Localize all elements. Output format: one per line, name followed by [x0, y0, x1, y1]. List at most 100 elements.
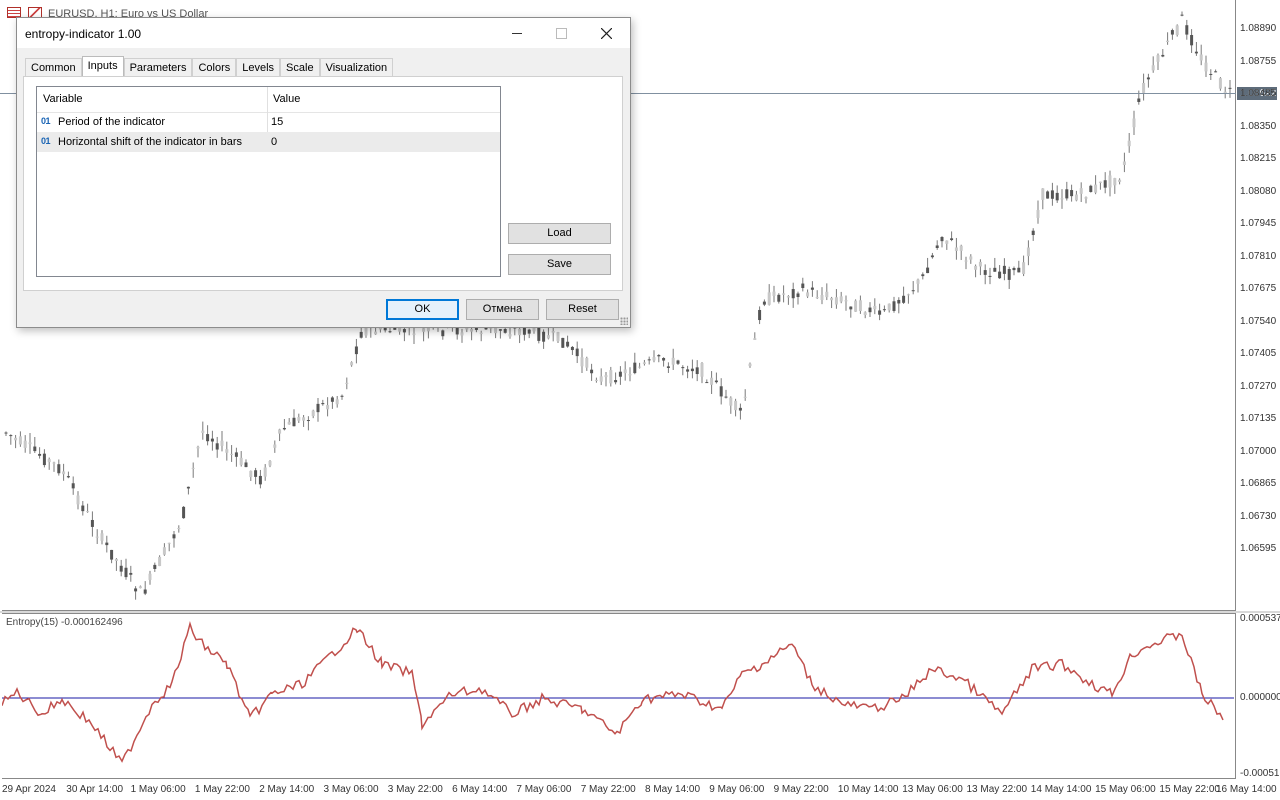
- dialog-titlebar[interactable]: entropy-indicator 1.00: [17, 18, 630, 48]
- time-axis-label: 3 May 22:00: [387, 784, 443, 795]
- candle-body: [782, 293, 786, 295]
- indicator-properties-dialog: entropy-indicator 1.00 Common Inputs Par…: [16, 17, 631, 328]
- candle-body: [652, 357, 656, 361]
- candle-body: [969, 256, 973, 260]
- tab-common[interactable]: Common: [25, 58, 82, 77]
- candle-body: [191, 467, 195, 469]
- price-axis-label: 1.07405: [1240, 348, 1277, 359]
- candle-body: [954, 247, 958, 251]
- price-axis-label: 1.07675: [1240, 283, 1277, 294]
- reset-button[interactable]: Reset: [546, 299, 619, 320]
- candle-body: [921, 274, 925, 277]
- candle-body: [1137, 98, 1141, 102]
- candle-body: [1089, 185, 1093, 192]
- candle-body: [887, 303, 891, 311]
- candle-body: [90, 519, 94, 527]
- candle-body: [1094, 184, 1098, 193]
- column-header-value[interactable]: Value: [273, 93, 300, 105]
- table-row[interactable]: 01 Period of the indicator 15: [37, 112, 500, 132]
- table-row[interactable]: 01 Horizontal shift of the indicator in …: [37, 132, 500, 152]
- candle-body: [892, 301, 896, 311]
- candle-body: [580, 357, 584, 367]
- candle-body: [964, 260, 968, 262]
- row-value-cell[interactable]: 0: [271, 136, 277, 148]
- load-button[interactable]: Load: [508, 223, 611, 244]
- close-button[interactable]: [584, 18, 629, 48]
- indicator-subwindow[interactable]: [2, 613, 1236, 779]
- candle-body: [215, 443, 219, 450]
- candle-body: [138, 586, 142, 589]
- tab-colors[interactable]: Colors: [192, 58, 237, 77]
- candle-body: [945, 240, 949, 244]
- candle-body: [882, 309, 886, 311]
- candle-body: [95, 536, 99, 538]
- candle-body: [201, 430, 205, 433]
- candle-body: [244, 462, 248, 468]
- candle-body: [234, 452, 238, 457]
- candle-body: [983, 270, 987, 275]
- candle-body: [772, 291, 776, 296]
- candle-body: [306, 420, 310, 422]
- price-axis-label: 1.08080: [1240, 185, 1277, 197]
- candle-body: [100, 533, 104, 541]
- candle-body: [1175, 25, 1179, 36]
- candle-body: [167, 542, 171, 544]
- candle-body: [1156, 55, 1160, 62]
- tab-visualization[interactable]: Visualization: [319, 58, 394, 77]
- tab-parameters[interactable]: Parameters: [123, 58, 193, 77]
- candle-body: [561, 337, 565, 348]
- cancel-button[interactable]: Отмена: [466, 299, 539, 320]
- candle-body: [33, 446, 37, 452]
- candle-body: [878, 310, 882, 315]
- tab-scale[interactable]: Scale: [280, 58, 320, 77]
- candle-body: [902, 295, 906, 303]
- candle-body: [978, 261, 982, 267]
- candle-body: [700, 363, 704, 377]
- time-axis-label: 14 May 14:00: [1030, 784, 1092, 795]
- candle-body: [1046, 191, 1050, 199]
- minimize-button[interactable]: [494, 18, 539, 48]
- candle-body: [959, 245, 963, 251]
- candle-body: [153, 564, 157, 569]
- candle-body: [738, 407, 742, 411]
- candle-body: [1079, 188, 1083, 194]
- column-header-variable[interactable]: Variable: [43, 93, 83, 105]
- save-button[interactable]: Save: [508, 254, 611, 275]
- candle-body: [844, 300, 848, 302]
- candle-body: [14, 437, 18, 441]
- tab-inputs[interactable]: Inputs: [81, 56, 124, 77]
- candle-body: [1161, 54, 1165, 57]
- ok-button[interactable]: OK: [386, 299, 459, 320]
- candle-body: [767, 292, 771, 305]
- indicator-axis-label: -0.000512: [1240, 768, 1280, 779]
- candle-body: [326, 405, 330, 410]
- candle-body: [1070, 190, 1074, 197]
- candle-body: [695, 367, 699, 375]
- candle-body: [23, 440, 27, 448]
- candle-body: [239, 457, 243, 465]
- price-axis-label: 1.08215: [1240, 153, 1277, 164]
- candle-body: [666, 366, 670, 368]
- resize-grip-icon[interactable]: [620, 317, 628, 325]
- candle-body: [834, 297, 838, 305]
- candle-body: [681, 367, 685, 369]
- tab-levels[interactable]: Levels: [236, 58, 281, 77]
- candle-body: [830, 297, 834, 301]
- row-value-cell[interactable]: 15: [271, 116, 283, 128]
- candle-body: [599, 376, 603, 382]
- candle-body: [786, 296, 790, 298]
- candle-body: [1218, 78, 1222, 89]
- candle-body: [796, 293, 800, 298]
- price-axis-label: 1.06730: [1240, 510, 1277, 522]
- time-axis-label: 30 Apr 14:00: [66, 784, 124, 795]
- candle-body: [1142, 82, 1146, 93]
- candle-body: [1036, 209, 1040, 218]
- candle-body: [618, 371, 622, 377]
- integer-type-icon: 01: [41, 116, 51, 126]
- candle-body: [662, 357, 666, 361]
- minimize-icon: [511, 32, 522, 34]
- candle-body: [316, 403, 320, 413]
- candle-body: [186, 486, 190, 489]
- candle-body: [642, 362, 646, 364]
- time-axis-label: 9 May 06:00: [709, 784, 765, 795]
